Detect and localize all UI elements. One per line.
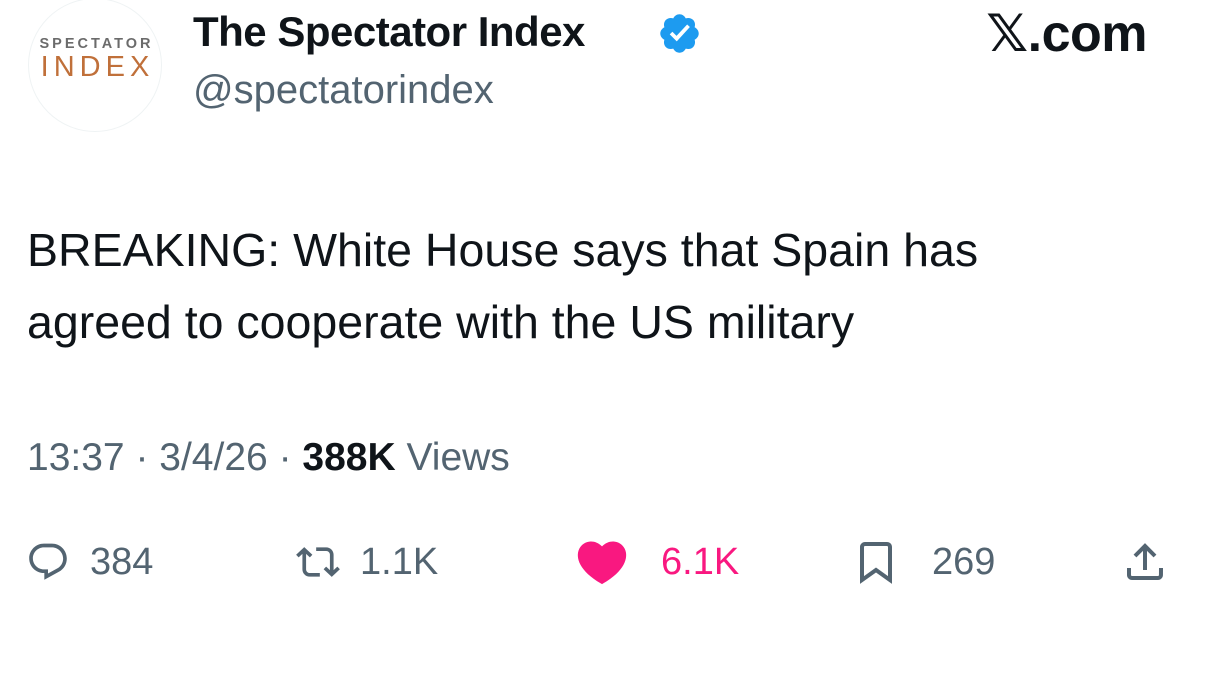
- heart-icon: [577, 541, 627, 585]
- tweet-date[interactable]: 3/4/26: [159, 436, 267, 479]
- share-icon: [1127, 543, 1163, 580]
- avatar-logo-line2: INDEX: [40, 51, 155, 83]
- tweet-text: BREAKING: White House says that Spain ha…: [27, 214, 1167, 358]
- bookmark-count: 269: [932, 540, 996, 583]
- reply-icon: [29, 543, 67, 580]
- like-count: 6.1K: [661, 540, 740, 583]
- repost-button[interactable]: 1.1K: [296, 530, 438, 594]
- share-button[interactable]: [1121, 530, 1169, 594]
- views-count: 388K: [302, 436, 396, 479]
- tweet-meta: 13:37 · 3/4/26 · 388K Views: [27, 436, 510, 480]
- meta-separator: ·: [135, 436, 160, 479]
- bookmark-icon: [860, 542, 892, 584]
- x-brand-watermark: 𝕏.com: [986, 5, 1147, 63]
- tweet-text-line: agreed to cooperate with the US military: [27, 296, 855, 348]
- repost-count: 1.1K: [360, 540, 439, 583]
- like-button[interactable]: 6.1K: [573, 530, 739, 594]
- verified-badge-icon: [660, 14, 699, 53]
- user-handle[interactable]: @spectatorindex: [193, 68, 494, 113]
- display-name[interactable]: The Spectator Index: [193, 8, 585, 56]
- avatar-logo-line1: SPECTATOR: [39, 36, 154, 52]
- action-bar: 384 1.1K 6.1K 269: [0, 530, 1205, 594]
- reply-button[interactable]: 384: [26, 530, 153, 594]
- tweet-text-line: BREAKING: White House says that Spain ha…: [27, 224, 979, 276]
- views-label: Views: [406, 436, 510, 479]
- reply-count: 384: [90, 540, 154, 583]
- meta-separator: ·: [278, 436, 303, 479]
- tweet-time[interactable]: 13:37: [27, 436, 125, 479]
- avatar[interactable]: SPECTATOR INDEX: [28, 0, 162, 132]
- bookmark-button[interactable]: 269: [852, 530, 995, 594]
- tweet-screenshot: SPECTATOR INDEX The Spectator Index @spe…: [0, 0, 1205, 679]
- repost-icon: [296, 547, 340, 577]
